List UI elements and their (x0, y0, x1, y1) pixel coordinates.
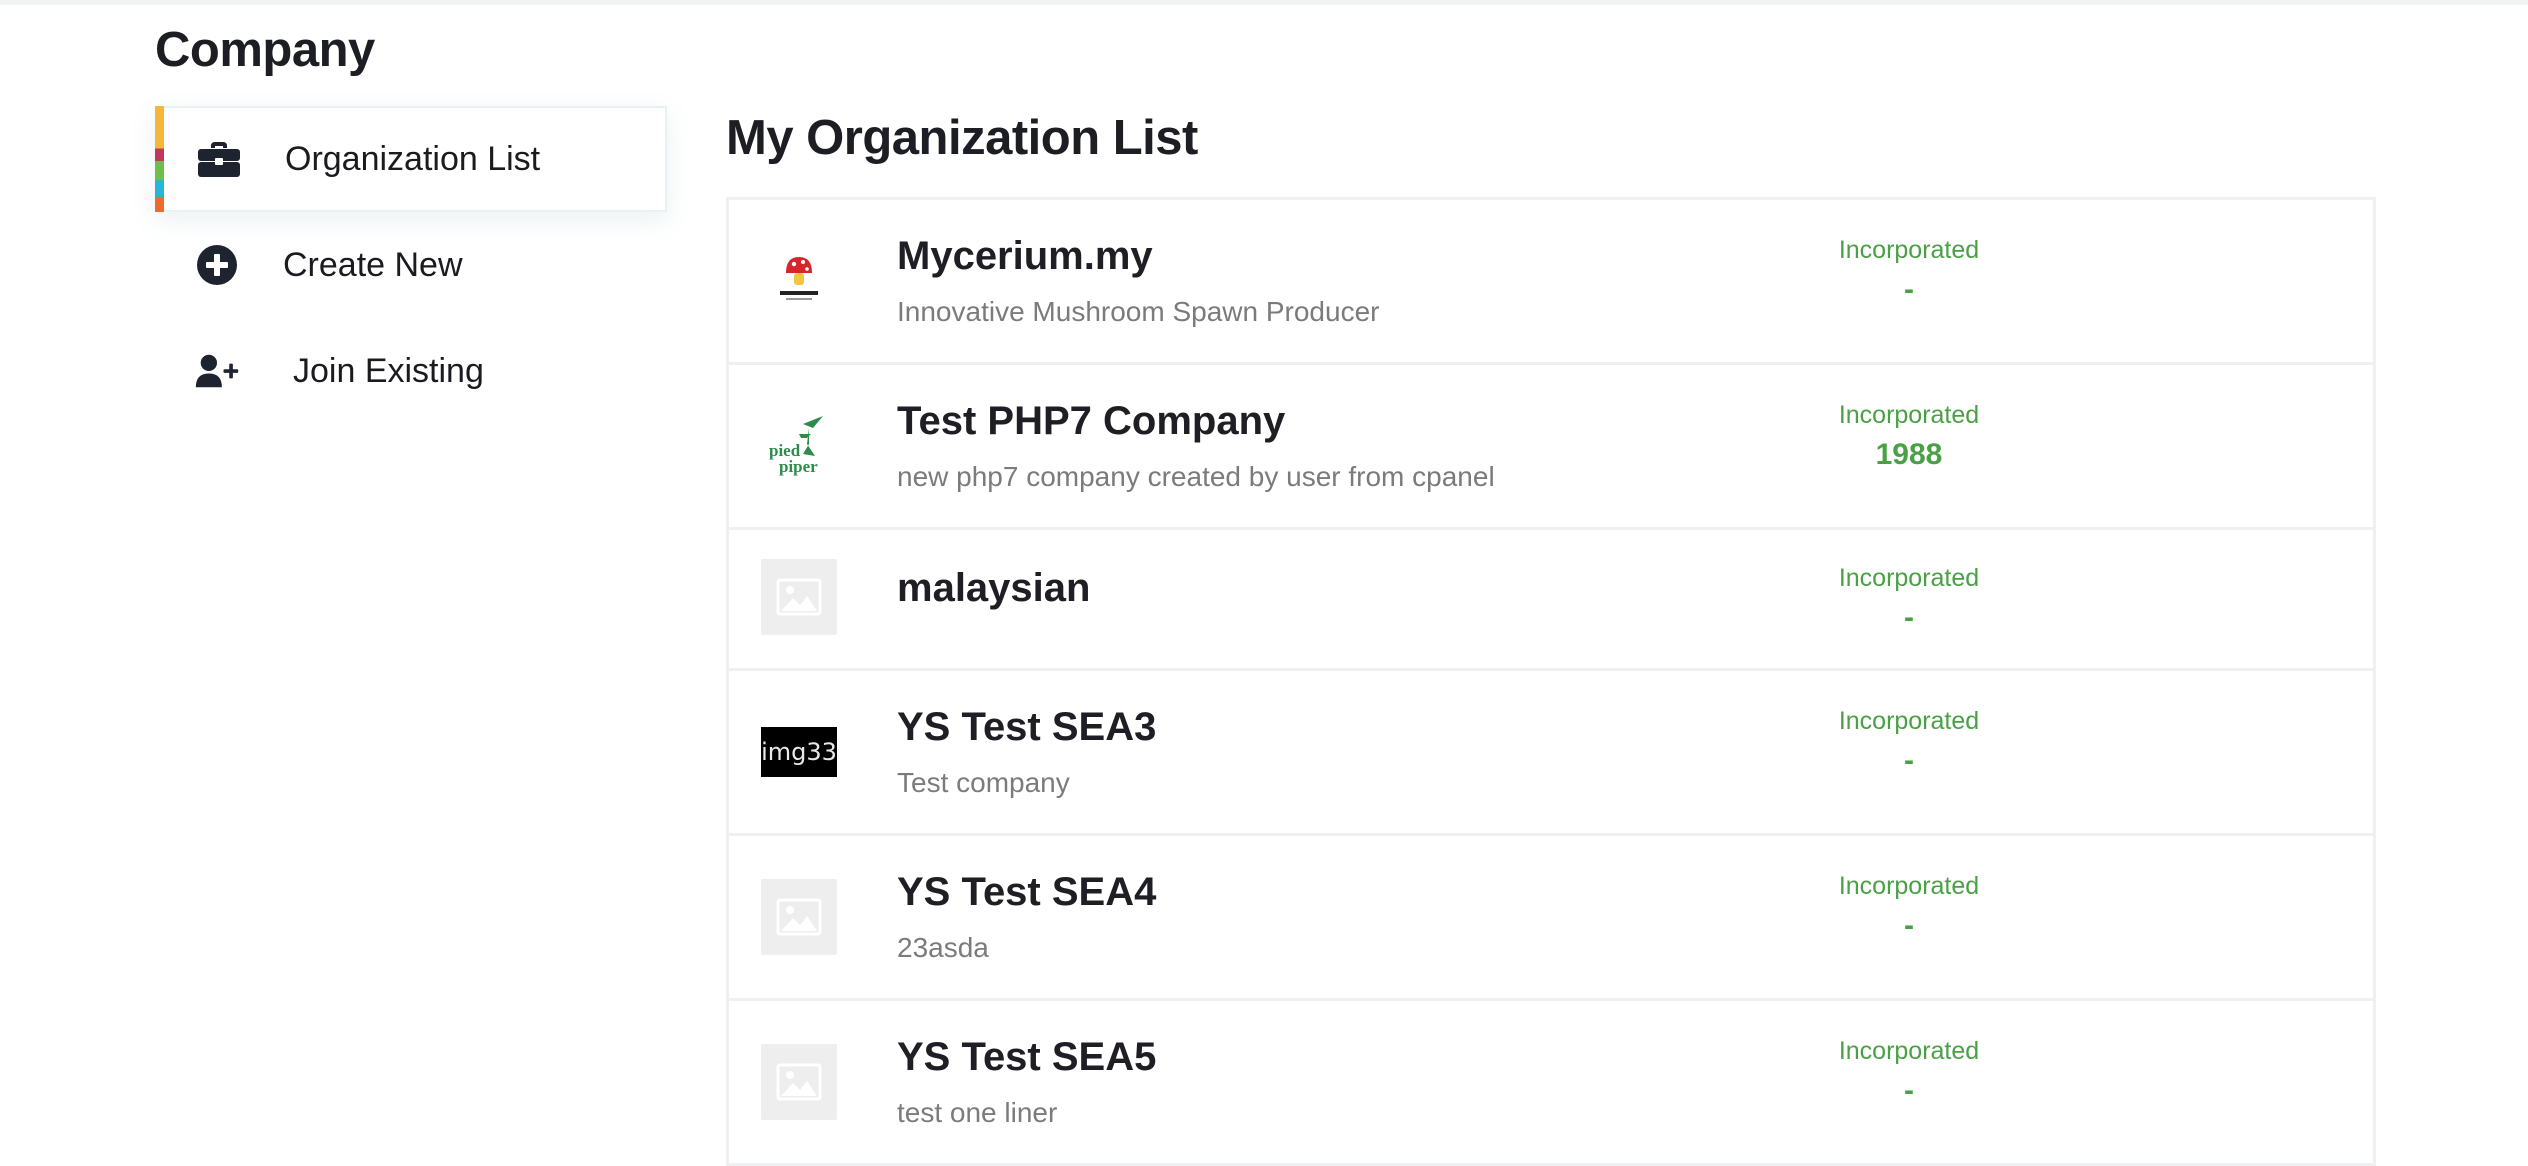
sidebar-item-create-new[interactable]: Create New (155, 212, 667, 318)
status-badge: Incorporated (1838, 707, 1980, 735)
organization-name: Test PHP7 Company (897, 399, 1286, 443)
status-badge: Incorporated (1838, 1037, 1980, 1065)
placeholder-image-icon (761, 879, 837, 955)
page-title: Company (155, 23, 375, 77)
user-plus-icon (195, 349, 239, 393)
organization-description: Innovative Mushroom Spawn Producer (897, 296, 1380, 327)
status-badge: Incorporated (1838, 401, 1980, 429)
organization-list-heading: My Organization List (726, 111, 1198, 165)
sidebar-item-label: Organization List (285, 139, 541, 178)
status-block: Incorporated 1988 (1829, 401, 1989, 472)
incorporation-year: - (1904, 744, 1914, 777)
organization-name: Mycerium.my (897, 234, 1153, 278)
logo-text: img33 (761, 738, 837, 766)
status-block: Incorporated - (1829, 564, 1989, 635)
incorporation-year: - (1904, 909, 1914, 942)
briefcase-icon (197, 137, 241, 181)
sidebar-item-label: Create New (283, 245, 463, 284)
organization-list: Mycerium.my Innovative Mushroom Spawn Pr… (726, 197, 2376, 1166)
mushroom-logo (761, 243, 837, 319)
img33-logo: img33 (761, 727, 837, 777)
organization-description: new php7 company created by user from cp… (897, 461, 1495, 492)
status-block: Incorporated - (1829, 1037, 1989, 1108)
sidebar-item-label: Join Existing (293, 351, 484, 390)
sidebar-item-organization-list[interactable]: Organization List (155, 106, 667, 212)
status-badge: Incorporated (1838, 236, 1980, 264)
organization-description: Test company (897, 767, 1070, 798)
incorporation-year: - (1904, 601, 1914, 634)
organization-name: malaysian (897, 566, 1091, 610)
organization-row[interactable]: malaysian Incorporated - (726, 527, 2376, 671)
top-divider (0, 0, 2528, 5)
organization-row[interactable]: img33 YS Test SEA3 Test company Incorpor… (726, 668, 2376, 836)
status-block: Incorporated - (1829, 236, 1989, 307)
svg-text:piper: piper (779, 457, 818, 476)
organization-description: test one liner (897, 1097, 1058, 1128)
status-badge: Incorporated (1838, 564, 1980, 592)
active-indicator (155, 106, 164, 212)
sidebar-item-join-existing[interactable]: Join Existing (155, 318, 667, 424)
pied-piper-logo: pied piper (761, 408, 837, 484)
status-badge: Incorporated (1838, 872, 1980, 900)
incorporation-year: - (1904, 1074, 1914, 1107)
organization-row[interactable]: Mycerium.my Innovative Mushroom Spawn Pr… (726, 197, 2376, 365)
incorporation-year: - (1904, 273, 1914, 306)
organization-row[interactable]: pied piper Test PHP7 Company new php7 co… (726, 362, 2376, 530)
organization-description: 23asda (897, 932, 989, 963)
incorporation-year: 1988 (1875, 438, 1943, 471)
organization-name: YS Test SEA4 (897, 870, 1157, 914)
status-block: Incorporated - (1829, 707, 1989, 778)
organization-row[interactable]: YS Test SEA4 23asda Incorporated - (726, 833, 2376, 1001)
status-block: Incorporated - (1829, 872, 1989, 943)
organization-name: YS Test SEA5 (897, 1035, 1157, 1079)
placeholder-image-icon (761, 1044, 837, 1120)
organization-name: YS Test SEA3 (897, 705, 1157, 749)
sidebar: Organization List Create New Join Existi… (155, 106, 667, 424)
plus-circle-icon (195, 243, 239, 287)
placeholder-image-icon (761, 559, 837, 635)
organization-row[interactable]: YS Test SEA5 test one liner Incorporated… (726, 998, 2376, 1166)
